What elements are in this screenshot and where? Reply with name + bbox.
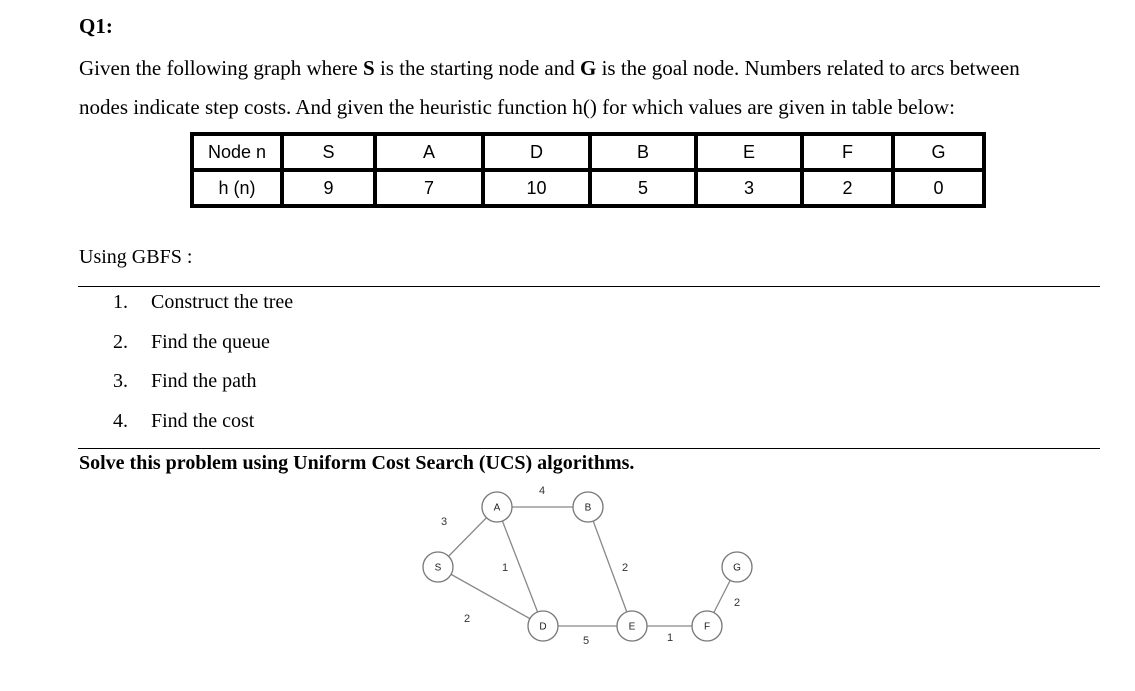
node-label: B [585,503,592,514]
graph-diagram: 3 4 1 2 2 5 1 2 S A B D E F G [422,485,753,647]
edge-cost-label: 3 [441,516,447,528]
node-label: S [435,563,442,574]
edge-cost-label: 1 [502,562,508,574]
edge-cost-label: 1 [667,632,673,644]
edge-cost-label: 5 [583,635,589,647]
edge-cost-label: 2 [464,613,470,625]
edge-cost-label: 2 [622,562,628,574]
node-label: D [539,622,546,633]
edge-cost-label: 2 [734,597,740,609]
node-label: F [704,622,710,633]
node-label: A [494,503,501,514]
node-label: E [629,622,636,633]
edge-cost-label: 4 [539,485,545,497]
node-label: G [733,563,741,574]
graph-edge-S-D [437,566,544,627]
